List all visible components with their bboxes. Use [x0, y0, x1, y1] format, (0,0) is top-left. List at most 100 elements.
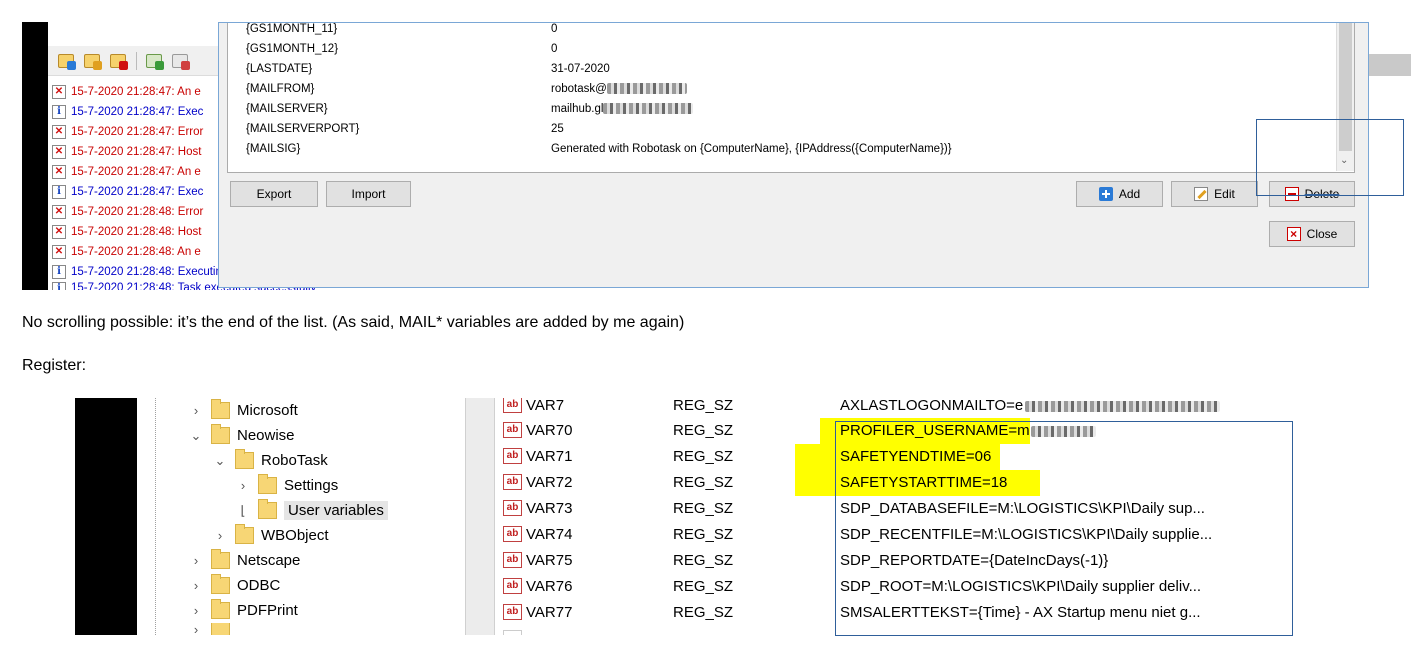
- string-value-icon: ab: [503, 398, 522, 413]
- tree-item-cutoff[interactable]: ›: [189, 623, 237, 635]
- tree-item-wbobject[interactable]: › WBObject: [213, 523, 329, 548]
- info-icon: i: [52, 185, 66, 199]
- pencil-icon: [1194, 187, 1209, 201]
- chevron-right-icon[interactable]: ›: [189, 623, 203, 635]
- chevron-right-icon[interactable]: ›: [236, 478, 250, 493]
- redacted-text: [1025, 400, 1221, 412]
- tree-connector: ⌊: [240, 502, 246, 518]
- import-button[interactable]: Import: [326, 181, 411, 207]
- export-task-icon[interactable]: [172, 54, 190, 70]
- log-toolbar: [48, 46, 223, 76]
- tree-item-pdfprint[interactable]: › PDFPrint: [189, 598, 298, 623]
- user-variables-dialog: {GS1MONTH_11} 0 {GS1MONTH_12} 0 {LASTDATE}…: [218, 22, 1369, 288]
- variable-row[interactable]: {MAILSERVERPORT} 25: [238, 119, 1318, 139]
- pane-splitter[interactable]: [465, 398, 495, 635]
- log-row[interactable]: ✕ 15-7-2020 21:28:48: Host: [52, 222, 222, 242]
- tree-item-robotask[interactable]: ⌄ RoboTask: [213, 448, 328, 473]
- tree-item-neowise[interactable]: ⌄ Neowise: [189, 423, 295, 448]
- log-row[interactable]: ✕ 15-7-2020 21:28:47: Host: [52, 142, 222, 162]
- info-icon: i: [52, 265, 66, 279]
- background-window-edge: [1369, 54, 1411, 76]
- error-icon: ✕: [52, 245, 66, 259]
- log-row[interactable]: i 15-7-2020 21:28:47: Exec: [52, 182, 222, 202]
- chevron-down-icon[interactable]: ⌄: [213, 453, 227, 469]
- string-value-icon: ab: [503, 526, 522, 542]
- chevron-right-icon[interactable]: ›: [189, 403, 203, 418]
- close-icon: ×: [1286, 227, 1301, 241]
- annotation-box: [835, 421, 1293, 636]
- error-icon: ✕: [52, 165, 66, 179]
- info-icon: i: [52, 282, 66, 290]
- log-row[interactable]: ✕ 15-7-2020 21:28:48: Error: [52, 202, 222, 222]
- variable-row[interactable]: {MAILSERVER} mailhub.gl: [238, 99, 1318, 119]
- string-value-icon: ab: [503, 474, 522, 490]
- folder-icon: [211, 599, 230, 619]
- log-list: ✕ 15-7-2020 21:28:47: An e i 15-7-2020 21:…: [52, 82, 344, 290]
- annotation-box: [1256, 119, 1404, 196]
- registry-tree: › Microsoft ⌄ Neowise ⌄ RoboTask › Settings …: [137, 398, 467, 635]
- mailfrom-value: robotask@: [551, 83, 607, 95]
- chevron-down-icon[interactable]: ⌄: [189, 428, 203, 444]
- error-icon: ✕: [52, 85, 66, 99]
- robotask-screenshot: ✕ 15-7-2020 21:28:47: An e i 15-7-2020 21:…: [0, 0, 1411, 292]
- log-row[interactable]: ✕ 15-7-2020 21:28:47: An e: [52, 82, 222, 102]
- close-button[interactable]: × Close: [1269, 221, 1355, 247]
- error-icon: ✕: [52, 205, 66, 219]
- register-heading: Register:: [22, 357, 87, 374]
- string-value-icon: ab: [503, 500, 522, 516]
- variable-row[interactable]: {GS1MONTH_11} 0: [238, 19, 1318, 39]
- string-value-icon: ab: [503, 578, 522, 594]
- toolbar-separator: [136, 52, 137, 70]
- info-icon: i: [52, 105, 66, 119]
- value-data: AXLASTLOGONMAILTO=e: [840, 398, 1024, 414]
- export-button[interactable]: Export: [230, 181, 318, 207]
- variable-row[interactable]: {MAILFROM} robotask@: [238, 79, 1318, 99]
- log-row[interactable]: ✕ 15-7-2020 21:28:47: An e: [52, 162, 222, 182]
- new-folder-icon[interactable]: [58, 54, 76, 70]
- plus-icon: [1098, 187, 1113, 201]
- string-value-icon: [503, 630, 522, 635]
- redacted-text: [606, 83, 687, 95]
- folder-icon: [211, 623, 230, 635]
- add-button[interactable]: Add: [1076, 181, 1163, 207]
- tree-item-microsoft[interactable]: › Microsoft: [189, 398, 298, 423]
- run-task-icon[interactable]: [146, 54, 164, 70]
- chevron-right-icon[interactable]: ›: [189, 578, 203, 593]
- tree-item-user-variables[interactable]: ⌊ User variables: [236, 498, 388, 523]
- tree-item-settings[interactable]: › Settings: [236, 473, 338, 498]
- edit-button[interactable]: Edit: [1171, 181, 1258, 207]
- folder-icon: [211, 574, 230, 594]
- log-row[interactable]: ✕ 15-7-2020 21:28:48: An e: [52, 242, 222, 262]
- black-edge: [22, 22, 48, 290]
- chevron-right-icon[interactable]: ›: [213, 528, 227, 543]
- tree-item-odbc[interactable]: › ODBC: [189, 573, 280, 598]
- chevron-right-icon[interactable]: ›: [189, 553, 203, 568]
- variable-row[interactable]: {MAILSIG} Generated with Robotask on {Com…: [238, 139, 1318, 159]
- string-value-icon: ab: [503, 552, 522, 568]
- error-icon: ✕: [52, 225, 66, 239]
- registry-value-row[interactable]: ab VAR7 REG_SZ AXLASTLOGONMAILTO=e: [495, 398, 1295, 419]
- variable-row[interactable]: {GS1MONTH_12} 0: [238, 39, 1318, 59]
- redacted-text: [603, 103, 694, 115]
- folder-icon: [235, 449, 254, 469]
- mailserver-value: mailhub.gl: [551, 103, 604, 115]
- folder-icon: [211, 399, 230, 419]
- variables-list[interactable]: {GS1MONTH_11} 0 {GS1MONTH_12} 0 {LASTDATE}…: [227, 23, 1355, 173]
- tree-item-netscape[interactable]: › Netscape: [189, 548, 300, 573]
- chevron-right-icon[interactable]: ›: [189, 603, 203, 618]
- edit-folder-icon[interactable]: [84, 54, 102, 70]
- string-value-icon: ab: [503, 448, 522, 464]
- variable-row[interactable]: {LASTDATE} 31-07-2020: [238, 59, 1318, 79]
- string-value-icon: ab: [503, 604, 522, 620]
- folder-icon: [258, 499, 277, 519]
- folder-icon: [211, 549, 230, 569]
- delete-folder-icon[interactable]: [110, 54, 128, 70]
- folder-icon: [211, 424, 230, 444]
- folder-icon: [258, 474, 277, 494]
- tree-guide-line: [155, 398, 156, 635]
- error-icon: ✕: [52, 125, 66, 139]
- folder-icon: [235, 524, 254, 544]
- log-row[interactable]: i 15-7-2020 21:28:47: Exec: [52, 102, 222, 122]
- log-row[interactable]: ✕ 15-7-2020 21:28:47: Error: [52, 122, 222, 142]
- string-value-icon: ab: [503, 422, 522, 438]
